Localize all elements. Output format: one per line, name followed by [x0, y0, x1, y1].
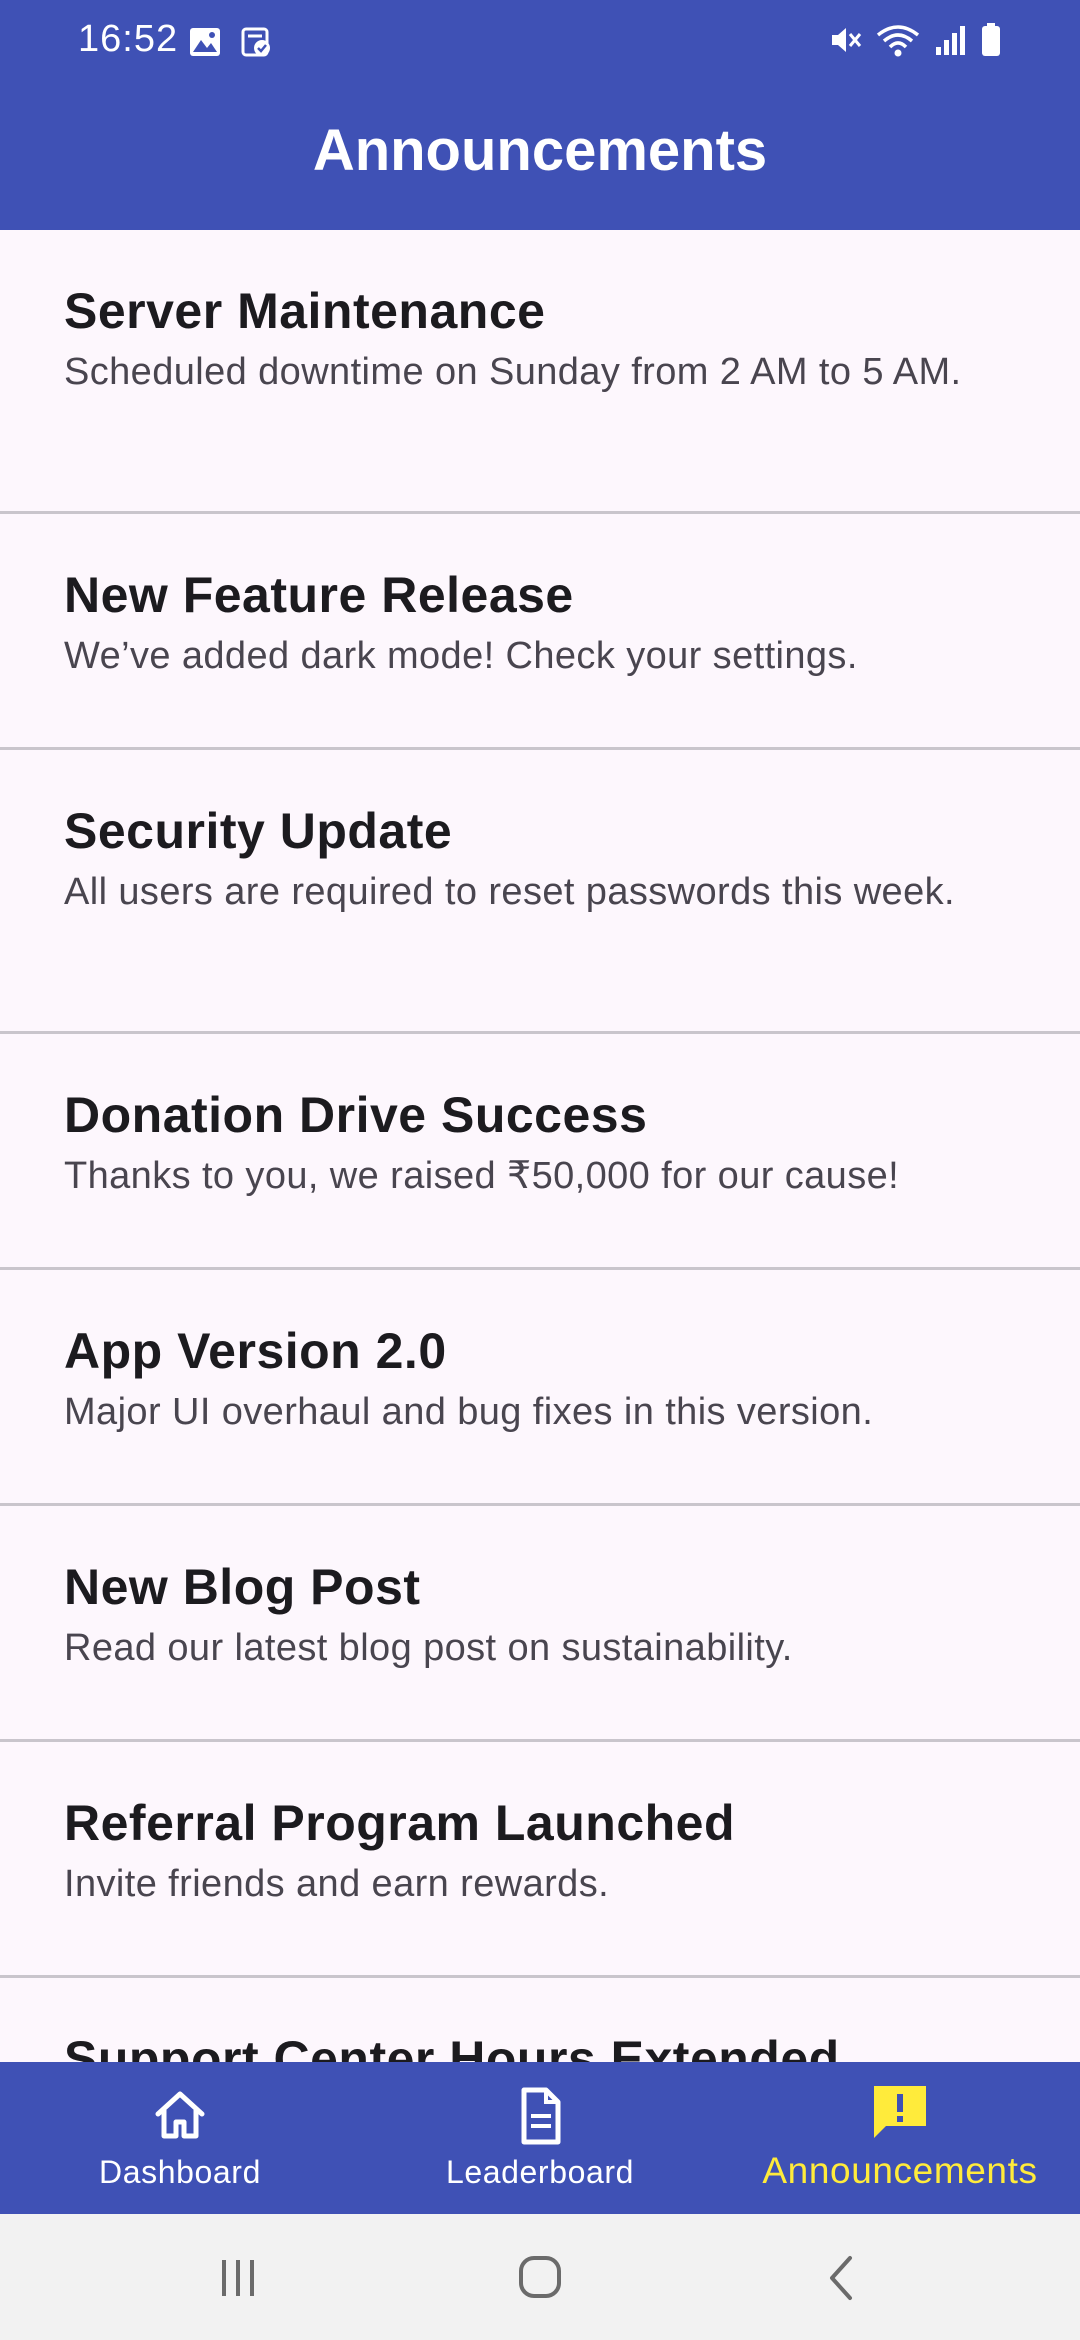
announcement-title: Server Maintenance: [64, 283, 546, 339]
system-navigation-bar: [0, 2214, 1080, 2340]
nav-item-leaderboard[interactable]: Leaderboard: [360, 2062, 720, 2214]
bottom-navigation: Dashboard Leaderboard Announcements: [0, 2062, 1080, 2214]
announcement-icon: [874, 2086, 926, 2138]
announcement-title: Security Update: [64, 803, 453, 859]
nav-label-dashboard: Dashboard: [99, 2154, 261, 2190]
announcement-description: Invite friends and earn rewards.: [64, 1863, 610, 1905]
announcement-title: New Blog Post: [64, 1559, 421, 1615]
home-circle-icon[interactable]: [510, 2252, 570, 2304]
image-icon: [190, 28, 220, 56]
list-item[interactable]: Donation Drive Success Thanks to you, we…: [0, 1034, 1080, 1270]
recents-icon[interactable]: [208, 2252, 268, 2304]
signal-icon: [936, 26, 965, 55]
announcement-description: Read our latest blog post on sustainabil…: [64, 1627, 793, 1669]
announcement-list[interactable]: Server Maintenance Scheduled downtime on…: [0, 230, 1080, 2062]
announcement-title: New Feature Release: [64, 567, 574, 623]
announcement-title: Donation Drive Success: [64, 1087, 648, 1143]
list-item[interactable]: New Feature Release We’ve added dark mod…: [0, 514, 1080, 750]
page-title: Announcements: [312, 117, 768, 183]
list-item[interactable]: Server Maintenance Scheduled downtime on…: [0, 230, 1080, 514]
battery-icon: [982, 23, 1000, 56]
back-icon[interactable]: [812, 2252, 872, 2304]
announcement-description: Major UI overhaul and bug fixes in this …: [64, 1391, 874, 1433]
announcement-description: All users are required to reset password…: [64, 871, 955, 913]
mute-icon: [832, 28, 862, 52]
nav-item-dashboard[interactable]: Dashboard: [0, 2062, 360, 2214]
nav-item-announcements[interactable]: Announcements: [720, 2062, 1080, 2214]
list-item[interactable]: Referral Program Launched Invite friends…: [0, 1742, 1080, 1978]
status-bar: 16:52: [0, 0, 1080, 84]
task-check-icon: [241, 27, 270, 57]
announcement-title: Support Center Hours Extended: [64, 2031, 840, 2062]
document-icon: [521, 2087, 561, 2145]
announcement-description: We’ve added dark mode! Check your settin…: [64, 635, 858, 677]
wifi-icon: [876, 25, 920, 57]
home-icon: [155, 2091, 205, 2139]
list-item[interactable]: Support Center Hours Extended: [0, 1978, 1080, 2062]
announcement-title: App Version 2.0: [64, 1323, 447, 1379]
app-bar: Announcements: [0, 84, 1080, 230]
announcement-description: Thanks to you, we raised ₹50,000 for our…: [64, 1155, 900, 1197]
nav-label-announcements: Announcements: [762, 2150, 1038, 2191]
status-time: 16:52: [78, 18, 179, 60]
list-item[interactable]: App Version 2.0 Major UI overhaul and bu…: [0, 1270, 1080, 1506]
nav-label-leaderboard: Leaderboard: [445, 2154, 635, 2190]
announcement-title: Referral Program Launched: [64, 1795, 736, 1851]
list-item[interactable]: New Blog Post Read our latest blog post …: [0, 1506, 1080, 1742]
list-item[interactable]: Security Update All users are required t…: [0, 750, 1080, 1034]
announcement-description: Scheduled downtime on Sunday from 2 AM t…: [64, 351, 962, 393]
